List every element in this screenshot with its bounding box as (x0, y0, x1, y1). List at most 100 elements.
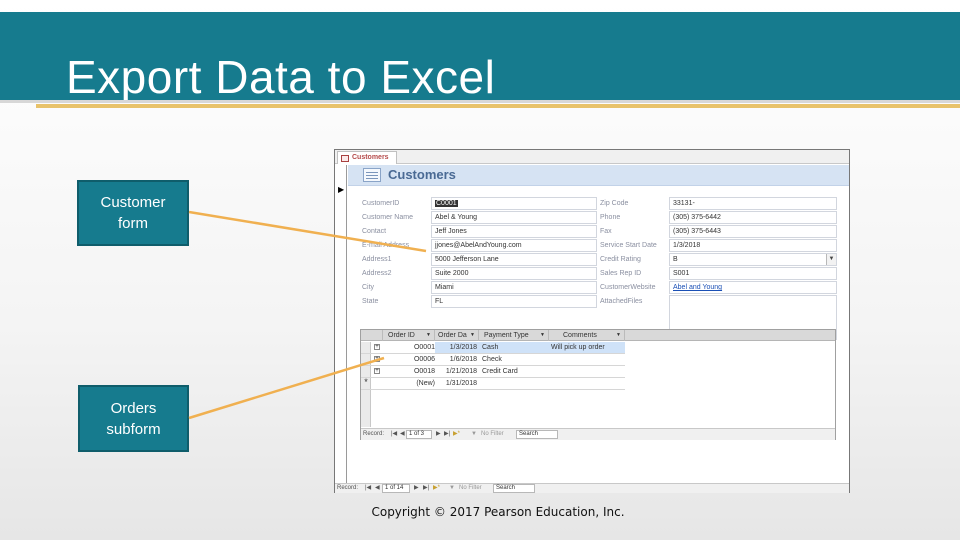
table-cell-comments[interactable] (551, 378, 625, 389)
main-last-record-button[interactable]: ▶| (423, 484, 429, 493)
main-new-record-button[interactable]: ▶* (433, 484, 440, 493)
main-record-position[interactable]: 1 of 14 (382, 484, 410, 493)
column-order-date-label: Order Da (438, 332, 467, 339)
field-value: (305) 375-6442 (673, 214, 721, 221)
field-value: 5000 Jefferson Lane (435, 256, 499, 263)
field-input[interactable]: S001 (669, 267, 837, 280)
main-previous-record-button[interactable]: ◀ (375, 484, 380, 493)
sort-arrow-icon: ▼ (540, 332, 545, 338)
tab-customers-label: Customers (352, 154, 389, 161)
table-cell-id[interactable]: O0018 (411, 366, 435, 377)
next-record-button[interactable]: ▶ (436, 430, 441, 439)
field-input[interactable]: 33131- (669, 197, 837, 210)
orders-subform: Order ID ▼ Order Da ▼ Payment Type ▼ Commen… (360, 329, 836, 440)
field-label: CustomerID (362, 200, 400, 207)
subform-record-position[interactable]: 1 of 3 (406, 430, 432, 439)
field-input[interactable]: 1/3/2018 (669, 239, 837, 252)
field-value: C0001 (435, 200, 458, 207)
field-input[interactable]: B ▼ (669, 253, 837, 266)
table-cell-payment[interactable] (482, 378, 548, 389)
column-order-id[interactable]: Order ID ▼ (383, 330, 435, 341)
field-value: FL (435, 298, 444, 305)
field-input[interactable]: Suite 2000 (431, 267, 597, 280)
table-cell-comments[interactable] (551, 354, 625, 365)
table-cell-comments[interactable]: Will pick up order (551, 342, 625, 353)
table-cell-date[interactable]: 1/21/2018 (437, 366, 477, 377)
first-record-button[interactable]: |◀ (391, 430, 397, 439)
subform-search-box[interactable]: Search (516, 430, 558, 439)
field-value: S001 (673, 270, 690, 277)
field-label: Fax (600, 228, 612, 235)
accent-line (36, 104, 960, 108)
subform-filter-status[interactable]: No Filter (481, 430, 504, 439)
column-order-date[interactable]: Order Da ▼ (435, 330, 479, 341)
form-header-icon (363, 168, 381, 182)
new-record-button[interactable]: ▶* (453, 430, 460, 439)
field-input[interactable]: Abel and Young (669, 281, 837, 294)
orders-subform-callout: Orders subform (78, 385, 189, 452)
field-label: Service Start Date (600, 242, 657, 249)
table-cell-date[interactable]: 1/6/2018 (437, 354, 477, 365)
table-row[interactable]: + O0006 1/6/2018 Check (361, 354, 625, 366)
field-value: 33131- (673, 200, 695, 207)
expand-icon[interactable]: + (374, 368, 380, 374)
field-label: AttachedFiles (600, 298, 643, 305)
sort-arrow-icon: ▼ (470, 332, 475, 338)
form-title: Customers (388, 167, 456, 182)
expand-icon[interactable]: + (374, 344, 380, 350)
table-row[interactable]: + O0001 1/3/2018 Cash Will pick up order (361, 342, 625, 354)
main-record-label: Record: (337, 485, 359, 491)
field-input[interactable]: (305) 375-6443 (669, 225, 837, 238)
last-record-button[interactable]: ▶| (444, 430, 450, 439)
table-cell-id[interactable]: O0001 (411, 342, 435, 353)
table-cell-id[interactable]: (New) (411, 378, 435, 389)
customer-form-callout: Customer form (77, 180, 189, 246)
field-value: Abel & Young (435, 214, 478, 221)
expand-icon[interactable]: + (374, 356, 380, 362)
field-input[interactable]: Abel & Young (431, 211, 597, 224)
tab-customers[interactable]: Customers (337, 151, 397, 164)
record-selector[interactable]: ▶ (335, 165, 347, 492)
field-label: State (362, 298, 379, 305)
access-window: Customers ▶ Customers CustomerID C0001 Cus… (334, 149, 850, 493)
table-cell-date[interactable]: 1/3/2018 (437, 342, 477, 353)
field-label: Phone (600, 214, 621, 221)
main-navigation: Record: |◀ ◀ 1 of 14 ▶ ▶| ▶* ▼ No Filter… (335, 483, 849, 493)
new-row-icon[interactable]: * (363, 378, 369, 387)
subform-record-label: Record: (363, 431, 385, 437)
subform-header: Order ID ▼ Order Da ▼ Payment Type ▼ Commen… (361, 330, 835, 341)
subform-corner[interactable] (361, 330, 383, 341)
field-input[interactable]: FL (431, 295, 597, 308)
field-label: E-mail Address (362, 242, 410, 249)
divider (0, 100, 960, 103)
field-input[interactable]: Jeff Jones (431, 225, 597, 238)
table-row[interactable]: + O0018 1/21/2018 Credit Card (361, 366, 625, 378)
previous-record-button[interactable]: ◀ (400, 430, 405, 439)
main-next-record-button[interactable]: ▶ (414, 484, 419, 493)
field-label: Customer Name (362, 214, 413, 221)
field-input[interactable]: C0001 (431, 197, 597, 210)
table-cell-payment[interactable]: Check (482, 354, 548, 365)
table-cell-payment[interactable]: Cash (482, 342, 548, 353)
column-order-id-label: Order ID (388, 332, 415, 339)
table-cell-payment[interactable]: Credit Card (482, 366, 548, 377)
customer-form-callout-label: Customer form (100, 194, 166, 232)
table-cell-date[interactable]: 1/31/2018 (437, 378, 477, 389)
table-cell-id[interactable]: O0006 (411, 354, 435, 365)
field-value: jjones@AbelAndYoung.com (435, 242, 522, 249)
field-label: City (362, 284, 375, 291)
column-comments-label: Comments (563, 332, 597, 339)
main-first-record-button[interactable]: |◀ (365, 484, 371, 493)
field-input[interactable]: jjones@AbelAndYoung.com (431, 239, 597, 252)
main-search-box[interactable]: Search (493, 484, 535, 493)
field-input[interactable]: Miami (431, 281, 597, 294)
field-input[interactable]: 5000 Jefferson Lane (431, 253, 597, 266)
table-cell-comments[interactable] (551, 366, 625, 377)
main-filter-status[interactable]: No Filter (459, 484, 482, 493)
column-comments[interactable]: Comments ▼ (549, 330, 625, 341)
field-input[interactable]: (305) 375-6442 (669, 211, 837, 224)
table-row[interactable]: * (New) 1/31/2018 (361, 378, 625, 390)
sort-arrow-icon: ▼ (616, 332, 621, 338)
column-payment-type[interactable]: Payment Type ▼ (479, 330, 549, 341)
dropdown-arrow-icon[interactable]: ▼ (826, 254, 836, 265)
